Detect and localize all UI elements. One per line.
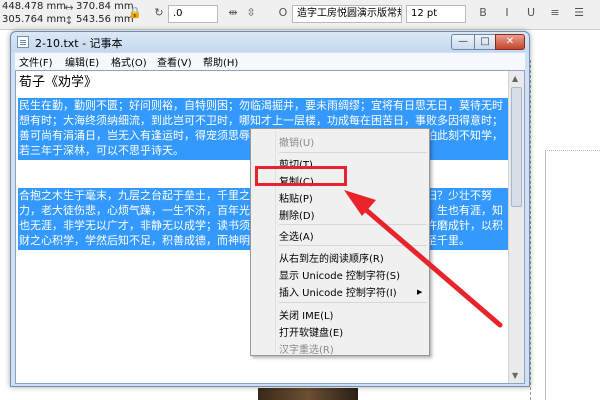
- menu-item-undo[interactable]: 撤销(U): [279, 134, 314, 149]
- document-title[interactable]: 荀子《劝学》: [19, 71, 97, 90]
- highlight-box: [255, 166, 347, 186]
- scroll-down-icon[interactable]: ▼: [512, 371, 518, 380]
- y-position-value[interactable]: 305.764 mm: [2, 14, 66, 25]
- height-icon: ↕: [64, 14, 74, 27]
- menu-item-rtl-reading[interactable]: 从右到左的阅读顺序(R): [279, 250, 384, 265]
- menu-separator: [279, 152, 427, 153]
- x-position-value[interactable]: 448.478 mm: [2, 1, 66, 12]
- notepad-icon: [17, 36, 29, 48]
- mirror-vertical-icon[interactable]: ⇳: [244, 6, 258, 20]
- italic-icon[interactable]: I: [500, 6, 514, 20]
- menu-separator: [279, 245, 427, 246]
- menu-bar: 文件(F) 编辑(E) 格式(O) 查看(V) 帮助(H): [15, 53, 525, 70]
- menu-separator: [279, 302, 427, 303]
- object-outline: [545, 150, 600, 400]
- font-name-select[interactable]: 造字工房悦圆演示版常规: [292, 5, 402, 23]
- mirror-horizontal-icon[interactable]: ⇹: [226, 6, 240, 20]
- rotate-icon: ↻: [154, 6, 164, 19]
- menu-item-show-unicode[interactable]: 显示 Unicode 控制字符(S): [279, 267, 400, 282]
- vertical-scrollbar[interactable]: ▲ ▼: [508, 71, 524, 383]
- list-icon[interactable]: ☰: [572, 6, 586, 20]
- menu-item-select-all[interactable]: 全选(A): [279, 228, 314, 243]
- menu-item-delete[interactable]: 删除(D): [279, 207, 315, 222]
- bold-icon[interactable]: B: [476, 6, 490, 20]
- context-menu: 撤销(U) 剪切(T) 复制(C) 粘贴(P) 删除(D) 全选(A) 从右到左…: [250, 128, 430, 356]
- minimize-button[interactable]: —: [451, 34, 475, 50]
- font-type-icon: O: [278, 6, 288, 19]
- menu-view[interactable]: 查看(V): [157, 54, 192, 69]
- menu-format[interactable]: 格式(O): [111, 54, 147, 69]
- lock-ratio-icon[interactable]: 🔒: [128, 6, 142, 20]
- menu-gutter: [275, 131, 276, 353]
- menu-item-paste[interactable]: 粘贴(P): [279, 190, 313, 205]
- window-title: 2-10.txt - 记事本: [35, 37, 123, 50]
- menu-item-close-ime[interactable]: 关闭 IME(L): [279, 307, 333, 322]
- submenu-arrow-icon: ▶: [417, 288, 423, 296]
- photo-object: [258, 388, 358, 400]
- background-toolbar: 448.478 mm 305.764 mm ↔ 370.84 mm ↕ 543.…: [0, 0, 600, 30]
- align-icon[interactable]: ≡: [548, 6, 562, 20]
- menu-file[interactable]: 文件(F): [19, 54, 53, 69]
- scroll-thumb[interactable]: [511, 87, 522, 207]
- menu-edit[interactable]: 编辑(E): [65, 54, 99, 69]
- height-value[interactable]: 543.56 mm: [76, 14, 134, 25]
- menu-separator: [279, 224, 427, 225]
- width-icon: ↔: [64, 1, 74, 14]
- width-value[interactable]: 370.84 mm: [76, 1, 134, 12]
- menu-item-reconversion[interactable]: 汉字重选(R): [279, 341, 334, 356]
- font-size-select[interactable]: 12 pt: [406, 5, 466, 23]
- menu-item-insert-unicode[interactable]: 插入 Unicode 控制字符(I): [279, 284, 397, 299]
- menu-item-soft-keyboard[interactable]: 打开软键盘(E): [279, 324, 343, 339]
- menu-help[interactable]: 帮助(H): [203, 54, 238, 69]
- close-button[interactable]: ✕: [495, 34, 525, 50]
- maximize-button[interactable]: □: [474, 34, 496, 50]
- title-bar[interactable]: 2-10.txt - 记事本 — □ ✕: [11, 32, 529, 52]
- rotation-input[interactable]: .0: [168, 5, 218, 23]
- underline-icon[interactable]: U: [524, 6, 538, 20]
- scroll-up-icon[interactable]: ▲: [512, 74, 518, 83]
